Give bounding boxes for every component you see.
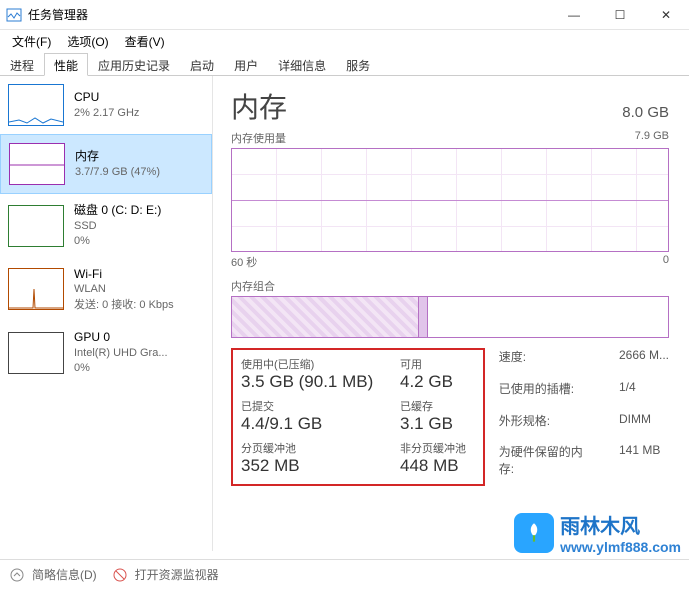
memory-sparkline (9, 143, 65, 185)
tab-startup[interactable]: 启动 (180, 53, 224, 76)
watermark-icon (514, 513, 554, 553)
footer-bar: 简略信息(D) 打开资源监视器 (0, 559, 689, 589)
tab-performance[interactable]: 性能 (44, 53, 88, 76)
tab-details[interactable]: 详细信息 (268, 53, 336, 76)
chart-max: 7.9 GB (635, 130, 669, 146)
titlebar: 任务管理器 — ☐ ✕ (0, 0, 689, 30)
page-title: 内存 (231, 86, 287, 126)
axis-left: 60 秒 (231, 254, 257, 270)
memory-composition-chart[interactable] (231, 296, 669, 338)
menu-file[interactable]: 文件(F) (4, 31, 59, 52)
tab-users[interactable]: 用户 (224, 53, 268, 76)
stat-slots: 1/4 (619, 380, 669, 406)
axis-right: 0 (663, 254, 669, 270)
sidebar-item-memory[interactable]: 内存3.7/7.9 GB (47%) (0, 134, 212, 194)
sidebar-item-label: GPU 0 (74, 329, 168, 346)
gpu-sparkline (8, 332, 64, 374)
tab-bar: 进程 性能 应用历史记录 启动 用户 详细信息 服务 (0, 52, 689, 76)
stats-highlight-box: 使用中(已压缩)3.5 GB (90.1 MB) 可用4.2 GB 已提交4.4… (231, 348, 485, 486)
tab-processes[interactable]: 进程 (0, 53, 44, 76)
taskmgr-icon (6, 7, 22, 23)
cpu-sparkline (8, 84, 64, 126)
stat-paged: 352 MB (241, 456, 382, 476)
stat-in-use: 3.5 GB (90.1 MB) (241, 372, 382, 392)
sidebar-item-gpu[interactable]: GPU 0Intel(R) UHD Gra...0% (0, 321, 212, 385)
sidebar-item-wifi[interactable]: Wi-FiWLAN发送: 0 接收: 0 Kbps (0, 258, 212, 322)
menu-bar: 文件(F) 选项(O) 查看(V) (0, 30, 689, 52)
sidebar-item-label: 磁盘 0 (C: D: E:) (74, 202, 161, 219)
tab-services[interactable]: 服务 (336, 53, 380, 76)
memory-panel: 内存 8.0 GB 内存使用量 7.9 GB 60 秒 0 内存组合 使用中(已… (213, 76, 689, 551)
stat-cached: 3.1 GB (400, 414, 475, 434)
stat-form: DIMM (619, 412, 669, 438)
resmon-icon (113, 568, 127, 582)
open-resmon-link[interactable]: 打开资源监视器 (135, 566, 219, 583)
sidebar-item-label: CPU (74, 89, 139, 106)
memory-details: 速度:2666 M... 已使用的插槽:1/4 外形规格:DIMM 为硬件保留的… (499, 348, 669, 486)
stat-speed: 2666 M... (619, 348, 669, 374)
total-memory: 8.0 GB (622, 104, 669, 121)
fewer-details-link[interactable]: 简略信息(D) (32, 566, 97, 583)
wifi-sparkline (8, 268, 64, 310)
sidebar-item-disk[interactable]: 磁盘 0 (C: D: E:)SSD0% (0, 194, 212, 258)
performance-sidebar: CPU2% 2.17 GHz 内存3.7/7.9 GB (47%) 磁盘 0 (… (0, 76, 213, 551)
chart-label: 内存使用量 (231, 130, 286, 146)
sidebar-item-label: 内存 (75, 148, 160, 165)
window-title: 任务管理器 (28, 6, 551, 23)
chevron-up-icon (10, 568, 24, 582)
stat-committed: 4.4/9.1 GB (241, 414, 382, 434)
tab-app-history[interactable]: 应用历史记录 (88, 53, 180, 76)
menu-options[interactable]: 选项(O) (59, 31, 116, 52)
content-area: CPU2% 2.17 GHz 内存3.7/7.9 GB (47%) 磁盘 0 (… (0, 76, 689, 551)
memory-usage-chart[interactable] (231, 148, 669, 252)
watermark: 雨林木风www.ylmf888.com (514, 510, 681, 555)
sidebar-item-cpu[interactable]: CPU2% 2.17 GHz (0, 76, 212, 134)
sidebar-item-label: Wi-Fi (74, 266, 174, 283)
stat-nonpaged: 448 MB (400, 456, 475, 476)
maximize-button[interactable]: ☐ (597, 0, 643, 30)
stat-available: 4.2 GB (400, 372, 475, 392)
menu-view[interactable]: 查看(V) (117, 31, 173, 52)
composition-label: 内存组合 (231, 278, 669, 294)
close-button[interactable]: ✕ (643, 0, 689, 30)
minimize-button[interactable]: — (551, 0, 597, 30)
disk-sparkline (8, 205, 64, 247)
stat-reserved: 141 MB (619, 443, 669, 486)
